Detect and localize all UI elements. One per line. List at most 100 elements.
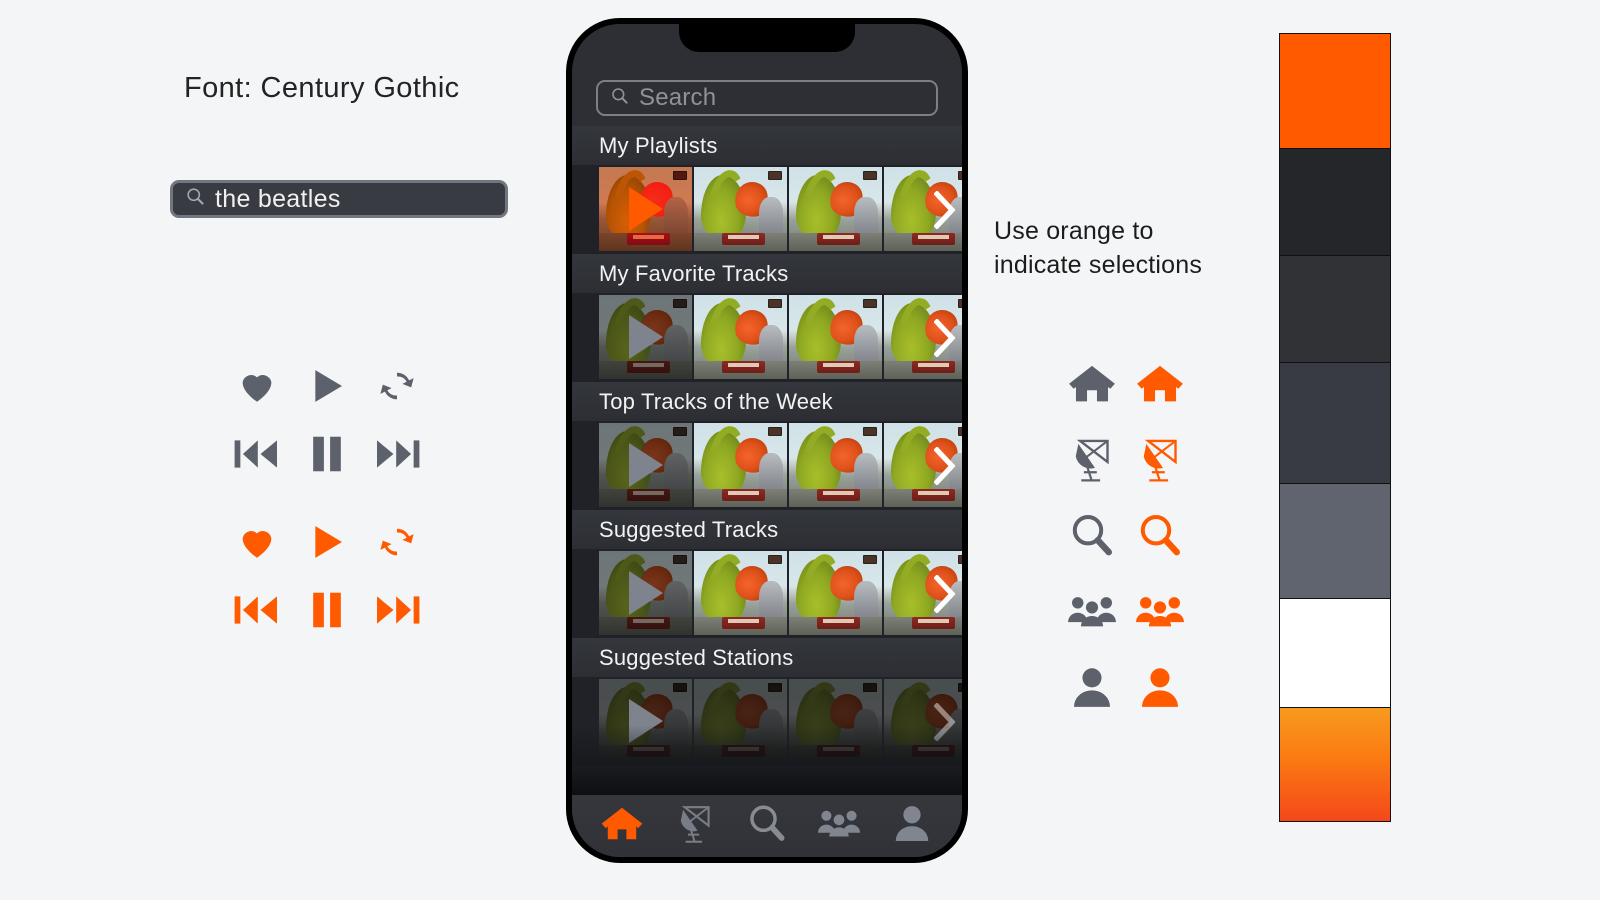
chevron-right-icon[interactable] <box>934 702 956 741</box>
album-tile[interactable] <box>694 167 787 251</box>
design-mockup-canvas: Font: Century Gothic the beatles Use ora… <box>0 0 1600 900</box>
tab-search[interactable] <box>736 799 798 847</box>
swatch-orange-solid <box>1280 34 1390 149</box>
font-annotation: Font: Century Gothic <box>184 72 460 104</box>
section-title: Top Tracks of the Week <box>572 382 962 421</box>
swatch-white <box>1280 599 1390 708</box>
tile-row[interactable] <box>572 549 962 638</box>
search-input[interactable]: Search <box>596 80 938 116</box>
swatch-orange-gradient <box>1280 707 1390 821</box>
section-title: My Favorite Tracks <box>572 254 962 293</box>
icon-pair-radio <box>1058 421 1194 497</box>
person-icon[interactable] <box>1126 666 1194 708</box>
album-tile[interactable] <box>789 295 882 379</box>
demo-search-value: the beatles <box>215 184 341 213</box>
section-title: Suggested Stations <box>572 638 962 677</box>
radio-dish-icon[interactable] <box>1126 435 1194 483</box>
album-tile[interactable] <box>694 295 787 379</box>
group-icon[interactable] <box>1058 593 1126 629</box>
orange-note-line-1: Use orange to <box>994 217 1154 245</box>
album-tile[interactable] <box>599 551 692 635</box>
icon-pair-group <box>1058 573 1194 649</box>
swatch-near-black <box>1280 148 1390 256</box>
album-tile[interactable] <box>599 423 692 507</box>
icon-sample-grid-gray <box>222 352 432 488</box>
icon-pair-home <box>1058 345 1194 421</box>
content-sections[interactable]: My Playlists My Favorite Tracks Top Trac… <box>572 116 962 795</box>
album-tile[interactable] <box>694 679 787 763</box>
radio-dish-icon[interactable] <box>1058 435 1126 483</box>
section-title: Suggested Tracks <box>572 510 962 549</box>
previous-icon[interactable] <box>222 420 292 488</box>
chevron-right-icon[interactable] <box>934 446 956 485</box>
album-tile[interactable] <box>694 551 787 635</box>
tile-row[interactable] <box>572 421 962 510</box>
tile-row[interactable] <box>572 165 962 254</box>
chevron-right-icon[interactable] <box>934 318 956 357</box>
swatch-mid-gray <box>1280 484 1390 600</box>
search-placeholder: Search <box>639 84 717 111</box>
tile-row[interactable] <box>572 293 962 382</box>
album-tile[interactable] <box>789 551 882 635</box>
album-tile[interactable] <box>789 167 882 251</box>
heart-icon[interactable] <box>222 508 292 576</box>
home-icon[interactable] <box>1126 362 1194 404</box>
section-my-favorite-tracks: My Favorite Tracks <box>572 254 962 382</box>
icon-row <box>222 352 432 420</box>
icon-row <box>222 420 432 488</box>
demo-search-field[interactable]: the beatles <box>170 180 508 218</box>
tab-friends[interactable] <box>808 799 870 847</box>
play-icon[interactable] <box>292 508 362 576</box>
chevron-right-icon[interactable] <box>934 574 956 613</box>
chevron-right-icon[interactable] <box>934 190 956 229</box>
icon-pair-person <box>1058 649 1194 725</box>
play-icon[interactable] <box>628 443 663 487</box>
play-icon[interactable] <box>628 699 663 743</box>
tab-profile[interactable] <box>881 799 943 847</box>
color-swatch-column <box>1279 33 1391 822</box>
section-top-tracks-of-the-week: Top Tracks of the Week <box>572 382 962 510</box>
pause-icon[interactable] <box>292 576 362 644</box>
person-icon[interactable] <box>1058 666 1126 708</box>
album-tile[interactable] <box>789 423 882 507</box>
album-tile[interactable] <box>694 423 787 507</box>
icon-sample-grid-orange <box>222 508 432 644</box>
phone-body: Search My Playlists My Favorite Tracks T… <box>572 24 962 857</box>
section-suggested-tracks: Suggested Tracks <box>572 510 962 638</box>
section-suggested-stations: Suggested Stations <box>572 638 962 766</box>
icon-row <box>222 508 432 576</box>
album-tile[interactable] <box>599 679 692 763</box>
search-icon <box>610 86 630 111</box>
album-tile[interactable] <box>789 679 882 763</box>
album-tile[interactable] <box>599 167 692 251</box>
play-icon[interactable] <box>628 315 663 359</box>
previous-icon[interactable] <box>222 576 292 644</box>
tab-home[interactable] <box>591 799 653 847</box>
album-tile[interactable] <box>599 295 692 379</box>
next-icon[interactable] <box>362 576 432 644</box>
tile-row[interactable] <box>572 677 962 766</box>
repeat-icon[interactable] <box>362 352 432 420</box>
phone-mockup: Search My Playlists My Favorite Tracks T… <box>566 18 968 863</box>
search-icon[interactable] <box>1058 511 1126 559</box>
repeat-icon[interactable] <box>362 508 432 576</box>
play-icon[interactable] <box>628 187 663 231</box>
play-icon[interactable] <box>292 352 362 420</box>
search-icon[interactable] <box>1126 511 1194 559</box>
pause-icon[interactable] <box>292 420 362 488</box>
play-icon[interactable] <box>628 571 663 615</box>
section-my-playlists: My Playlists <box>572 126 962 254</box>
swatch-dark-gray <box>1280 255 1390 363</box>
icon-pair-search <box>1058 497 1194 573</box>
next-icon[interactable] <box>362 420 432 488</box>
section-title: My Playlists <box>572 126 962 165</box>
tab-radio[interactable] <box>664 799 726 847</box>
group-icon[interactable] <box>1126 593 1194 629</box>
swatch-slate <box>1280 362 1390 485</box>
bottom-tab-bar <box>572 795 962 857</box>
heart-icon[interactable] <box>222 352 292 420</box>
search-icon <box>185 186 206 212</box>
home-icon[interactable] <box>1058 362 1126 404</box>
orange-usage-annotation: Use orange to indicate selections <box>994 214 1202 282</box>
orange-note-line-2: indicate selections <box>994 251 1203 279</box>
